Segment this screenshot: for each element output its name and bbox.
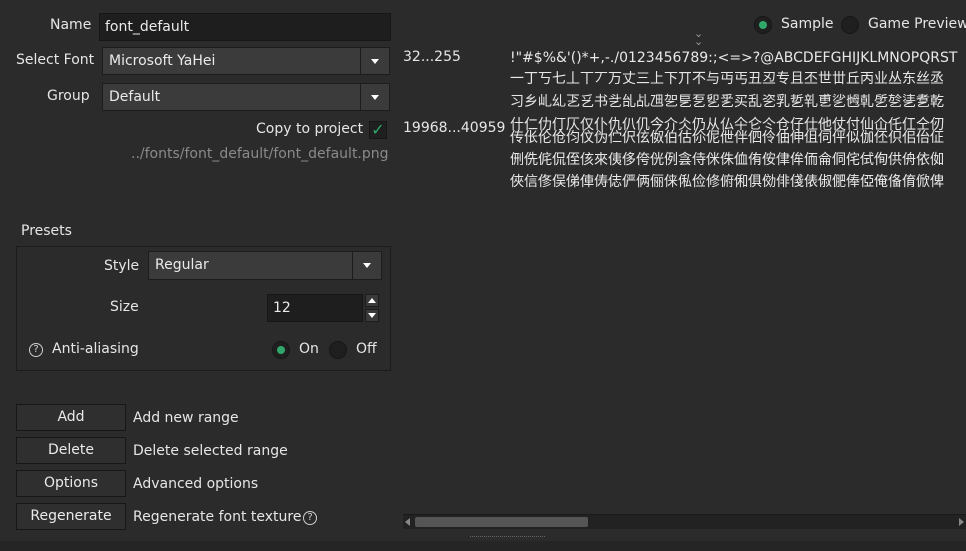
delete-range-description: Delete selected range bbox=[133, 443, 288, 459]
help-icon[interactable]: ? bbox=[29, 343, 43, 357]
add-range-button[interactable]: Add bbox=[16, 404, 126, 431]
style-value: Regular bbox=[155, 257, 209, 273]
sample-preview-area[interactable]: 32...255 !"#$%&'()*+,-./0123456789:;<=>?… bbox=[400, 44, 966, 514]
range-glyphs: !"#$%&'()*+,-./0123456789:;<=>?@ABCDEFGH… bbox=[510, 50, 958, 66]
group-label: Group bbox=[47, 88, 90, 104]
select-font-value: Microsoft YaHei bbox=[109, 53, 216, 69]
glyph-line: 一丁丂七丄丅丆万丈三上下丌不与丏丐丑丒专且丕世丗丘丙业丛东丝丞 bbox=[510, 71, 944, 87]
resize-grip[interactable] bbox=[470, 536, 545, 539]
scroll-left-icon[interactable] bbox=[405, 518, 410, 526]
anti-aliasing-off-label: Off bbox=[356, 341, 377, 357]
scrollbar-thumb[interactable] bbox=[415, 517, 588, 527]
checkmark-icon: ✓ bbox=[371, 120, 385, 139]
name-input[interactable]: font_default bbox=[99, 13, 391, 41]
group-value: Default bbox=[109, 89, 161, 105]
sample-label: Sample bbox=[781, 16, 834, 32]
bottom-edge bbox=[0, 541, 966, 551]
font-path: ../fonts/font_default/font_default.png bbox=[131, 146, 389, 162]
anti-aliasing-on-radio[interactable] bbox=[272, 341, 290, 359]
glyph-line: 侀侁侂侃侄侅來侇侈侉侊例侌侍侎侏侐侑侒侓侔侕侖侗侘侙侚供侜依侞 bbox=[510, 152, 944, 168]
help-icon[interactable]: ? bbox=[303, 511, 317, 525]
anti-aliasing-on-label: On bbox=[299, 341, 319, 357]
glyph-line: 习乡乢乣乤乥书乧乨乩乪乫乬乭乮乯买乱乲乳乴乵乶乷乸乹乺乻乼乽乾 bbox=[510, 94, 944, 110]
style-label: Style bbox=[104, 258, 140, 274]
delete-range-button[interactable]: Delete bbox=[16, 437, 126, 464]
name-label: Name bbox=[50, 17, 92, 33]
chevron-down-icon bbox=[360, 84, 389, 110]
select-font-dropdown[interactable]: Microsoft YaHei bbox=[102, 47, 390, 75]
range-label: 19968...40959 bbox=[403, 120, 506, 136]
game-preview-label: Game Preview bbox=[868, 16, 966, 32]
font-editor-window: { "font": { "name_label": "Name", "name_… bbox=[0, 0, 966, 551]
down-arrow-icon bbox=[368, 313, 376, 318]
game-preview-radio[interactable] bbox=[841, 16, 859, 34]
add-range-description: Add new range bbox=[133, 410, 239, 426]
size-label: Size bbox=[110, 299, 139, 315]
size-increment-button[interactable] bbox=[365, 294, 379, 307]
size-decrement-button[interactable] bbox=[365, 309, 379, 322]
range-label: 32...255 bbox=[403, 49, 461, 65]
scroll-right-icon[interactable] bbox=[959, 518, 964, 526]
anti-aliasing-off-radio[interactable] bbox=[329, 341, 347, 359]
regenerate-button[interactable]: Regenerate bbox=[16, 503, 126, 530]
sample-radio[interactable] bbox=[754, 16, 772, 34]
select-font-label: Select Font bbox=[16, 52, 95, 68]
horizontal-scrollbar[interactable] bbox=[403, 514, 966, 529]
options-description: Advanced options bbox=[133, 476, 259, 492]
copy-to-project-checkbox[interactable]: ✓ bbox=[369, 121, 387, 139]
group-dropdown[interactable]: Default bbox=[102, 83, 390, 111]
anti-aliasing-label: Anti-aliasing bbox=[52, 341, 139, 357]
style-dropdown[interactable]: Regular bbox=[148, 251, 382, 280]
chevron-down-icon bbox=[360, 48, 389, 74]
glyph-line: 俠信俢俣俤俥俦俧俨俩俪俫俬俭修俯俰俱俲俳俴俵俶俷俸俹俺俻俼俽俾 bbox=[510, 174, 944, 190]
options-button[interactable]: Options bbox=[16, 470, 126, 497]
presets-title: Presets bbox=[21, 223, 72, 239]
copy-to-project-label: Copy to project bbox=[256, 121, 364, 137]
regenerate-description: Regenerate font texture bbox=[133, 509, 302, 525]
size-input[interactable]: 12 bbox=[267, 294, 363, 322]
chevron-down-icon bbox=[352, 252, 381, 279]
glyph-line: 传伥伦伧伨伩伪伫伬伭伮伯估伱伲伳伴伵伶伷伸伹伺伻似伽伾伿佀佁佂 bbox=[510, 130, 944, 146]
up-arrow-icon bbox=[368, 298, 376, 303]
